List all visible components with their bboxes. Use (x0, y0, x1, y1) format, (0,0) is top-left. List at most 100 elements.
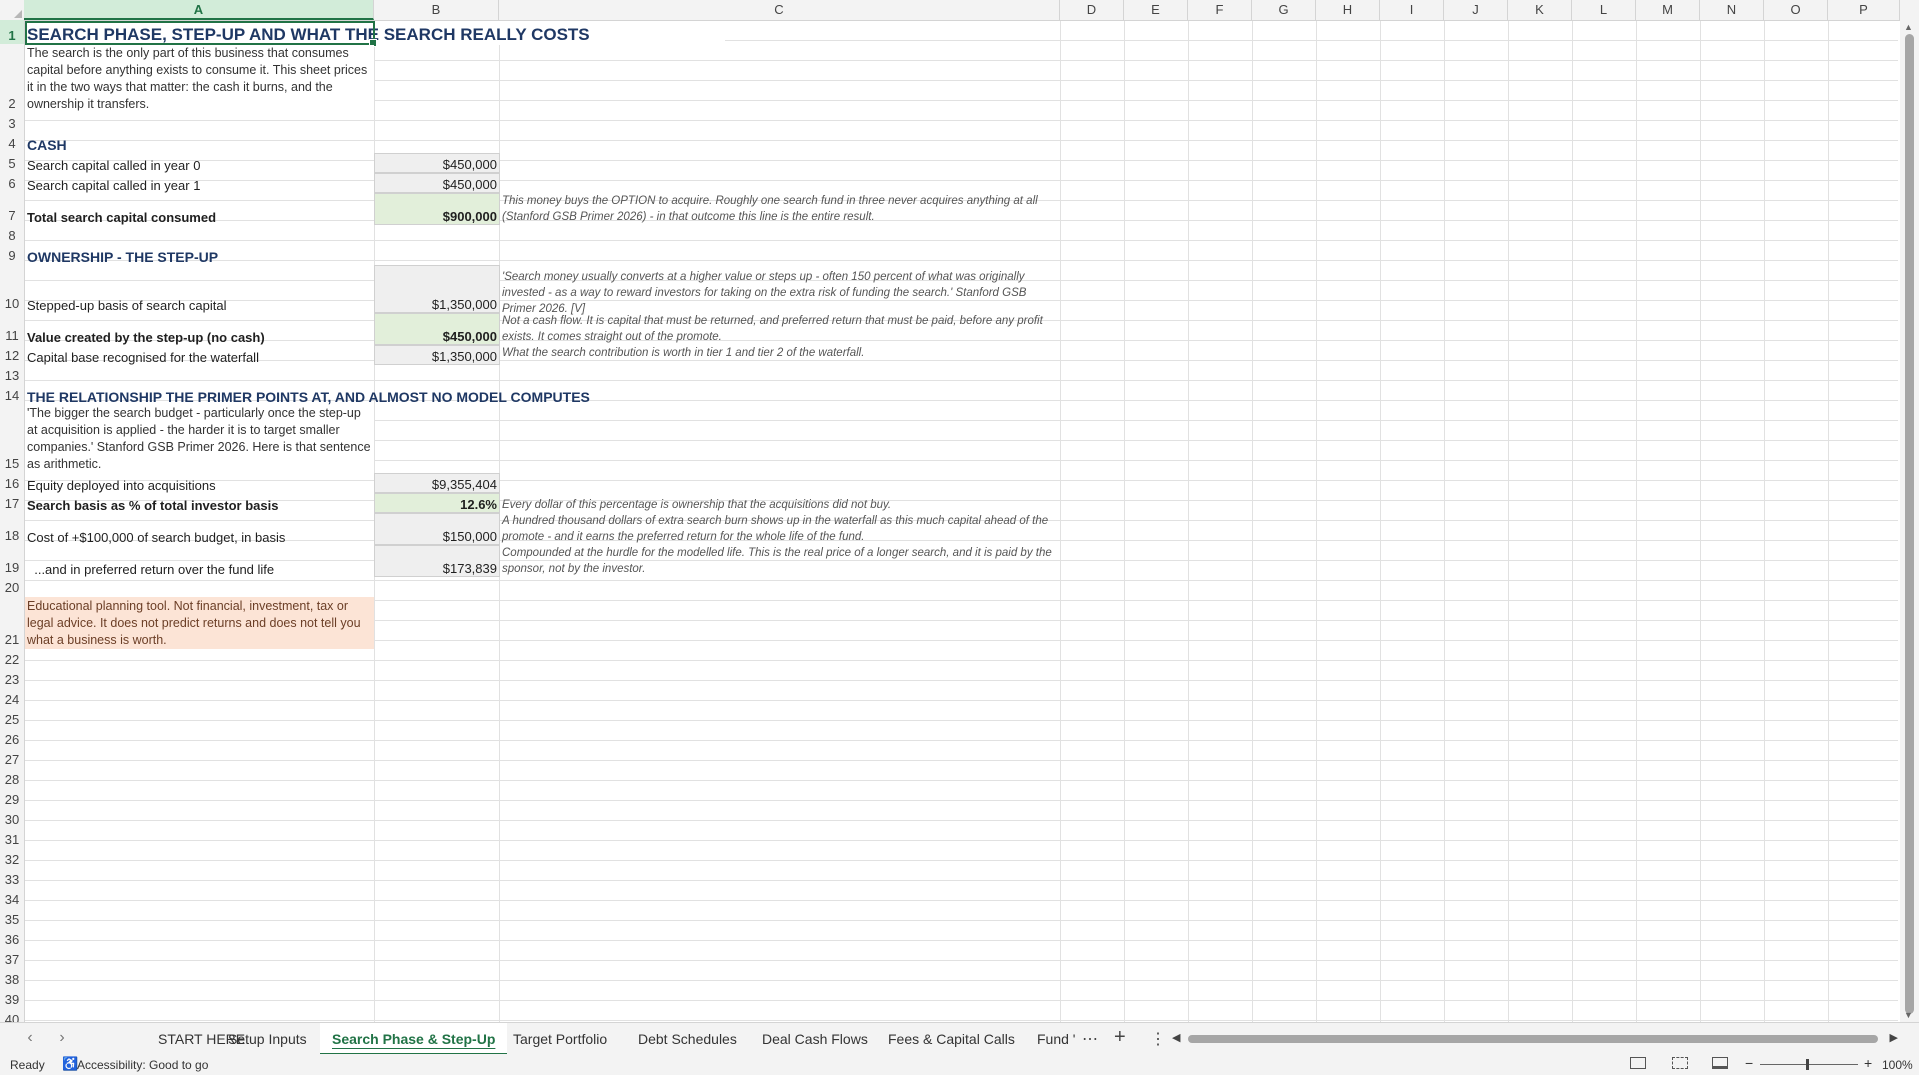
row-header[interactable]: 7 (0, 192, 24, 224)
vertical-scroll-thumb[interactable] (1905, 34, 1914, 1014)
tab-scroll-right-icon[interactable]: › (52, 1029, 72, 1047)
column-header-m[interactable]: M (1636, 0, 1700, 20)
select-all-corner[interactable] (0, 0, 25, 20)
row-label[interactable]: Equity deployed into acquisitions (25, 473, 374, 493)
column-header-j[interactable]: J (1444, 0, 1508, 20)
row-label[interactable]: Total search capital consumed (25, 193, 374, 225)
row-header[interactable]: 3 (0, 112, 24, 132)
zoom-slider-knob[interactable] (1806, 1059, 1809, 1070)
section-header-relationship[interactable]: THE RELATIONSHIP THE PRIMER POINTS AT, A… (25, 385, 925, 405)
row-header[interactable]: 33 (0, 868, 24, 888)
column-header-g[interactable]: G (1252, 0, 1316, 20)
input-cell[interactable]: $450,000 (374, 173, 500, 193)
vertical-scrollbar[interactable]: ▲ ▼ (1900, 20, 1919, 1022)
quote-text[interactable]: 'The bigger the search budget - particul… (25, 405, 374, 473)
column-header-p[interactable]: P (1828, 0, 1900, 20)
column-header-h[interactable]: H (1316, 0, 1380, 20)
column-header-b[interactable]: B (374, 0, 499, 20)
row-header[interactable]: 13 (0, 364, 24, 384)
row-header[interactable]: 29 (0, 788, 24, 808)
row-label[interactable]: Stepped-up basis of search capital (25, 265, 374, 313)
row-header[interactable]: 19 (0, 544, 24, 576)
zoom-slider[interactable] (1760, 1064, 1858, 1065)
row-header[interactable]: 40 (0, 1008, 24, 1022)
input-cell[interactable]: $1,350,000 (374, 265, 500, 313)
scroll-up-icon[interactable]: ▲ (1904, 22, 1913, 32)
row-label[interactable]: Search basis as % of total investor basi… (25, 493, 374, 513)
row-header[interactable]: 32 (0, 848, 24, 868)
row-header[interactable]: 37 (0, 948, 24, 968)
row-header[interactable]: 30 (0, 808, 24, 828)
tab-fees-capital-calls[interactable]: Fees & Capital Calls (876, 1023, 1027, 1055)
tab-search-phase-step-up[interactable]: Search Phase & Step-Up (320, 1023, 508, 1055)
note-cell[interactable]: This money buys the OPTION to acquire. R… (500, 193, 1060, 225)
row-header[interactable]: 24 (0, 688, 24, 708)
disclaimer-note[interactable]: Educational planning tool. Not financial… (25, 597, 374, 649)
zoom-out-icon[interactable]: − (1745, 1055, 1753, 1071)
input-cell[interactable]: $1,350,000 (374, 345, 500, 365)
row-header[interactable]: 17 (0, 492, 24, 512)
row-header[interactable]: 14 (0, 384, 24, 404)
intro-text[interactable]: The search is the only part of this busi… (25, 45, 374, 113)
result-cell[interactable]: $450,000 (374, 313, 500, 345)
row-label[interactable]: Capital base recognised for the waterfal… (25, 345, 374, 365)
row-header[interactable]: 20 (0, 576, 24, 596)
column-header-c[interactable]: C (499, 0, 1060, 20)
tab-setup-inputs[interactable]: Setup Inputs (216, 1023, 319, 1055)
note-cell[interactable]: Not a cash flow. It is capital that must… (500, 313, 1060, 345)
sheet-options-icon[interactable]: ⋮ (1150, 1029, 1166, 1049)
row-label[interactable]: Search capital called in year 1 (25, 173, 374, 193)
row-header[interactable]: 27 (0, 748, 24, 768)
row-header[interactable]: 10 (0, 264, 24, 312)
normal-view-icon[interactable] (1630, 1057, 1646, 1069)
scroll-right-icon[interactable]: ▶ (1890, 1031, 1898, 1044)
row-header[interactable]: 18 (0, 512, 24, 544)
row-header[interactable]: 11 (0, 312, 24, 344)
column-header-k[interactable]: K (1508, 0, 1572, 20)
row-header[interactable]: 15 (0, 404, 24, 472)
page-layout-view-icon[interactable] (1672, 1057, 1688, 1069)
result-cell[interactable]: 12.6% (374, 493, 500, 513)
row-header[interactable]: 28 (0, 768, 24, 788)
horizontal-scroll-thumb[interactable] (1188, 1035, 1878, 1043)
row-label[interactable]: Value created by the step-up (no cash) (25, 313, 374, 345)
tab-deal-cash-flows[interactable]: Deal Cash Flows (750, 1023, 880, 1055)
more-tabs-icon[interactable]: ⋯ (1082, 1029, 1098, 1049)
add-sheet-icon[interactable]: + (1114, 1026, 1126, 1049)
row-header[interactable]: 4 (0, 132, 24, 152)
section-header-cash[interactable]: CASH (25, 133, 374, 153)
tab-fund-truncated[interactable]: Fund ' (1025, 1023, 1087, 1055)
note-cell[interactable]: Compounded at the hurdle for the modelle… (500, 545, 1060, 577)
column-header-n[interactable]: N (1700, 0, 1764, 20)
tab-target-portfolio[interactable]: Target Portfolio (501, 1023, 619, 1055)
column-header-a[interactable]: A (24, 0, 374, 20)
zoom-in-icon[interactable]: + (1864, 1055, 1872, 1071)
accessibility-icon[interactable]: ♿ (62, 1056, 78, 1072)
row-header[interactable]: 25 (0, 708, 24, 728)
accessibility-status[interactable]: Accessibility: Good to go (77, 1058, 208, 1072)
input-cell[interactable]: $450,000 (374, 153, 500, 173)
row-header[interactable]: 38 (0, 968, 24, 988)
page-break-view-icon[interactable] (1712, 1057, 1728, 1069)
note-cell[interactable]: Every dollar of this percentage is owner… (500, 493, 1060, 513)
column-header-e[interactable]: E (1124, 0, 1188, 20)
row-header[interactable]: 26 (0, 728, 24, 748)
row-header[interactable]: 34 (0, 888, 24, 908)
input-cell[interactable]: $9,355,404 (374, 473, 500, 493)
note-cell[interactable]: 'Search money usually converts at a high… (500, 265, 1060, 315)
row-header[interactable]: 1 (0, 20, 24, 44)
row-header[interactable]: 5 (0, 152, 24, 172)
column-header-o[interactable]: O (1764, 0, 1828, 20)
result-cell[interactable]: $900,000 (374, 193, 500, 225)
row-header[interactable]: 36 (0, 928, 24, 948)
note-cell[interactable]: A hundred thousand dollars of extra sear… (500, 513, 1060, 545)
row-label[interactable]: ...and in preferred return over the fund… (25, 545, 374, 577)
column-header-f[interactable]: F (1188, 0, 1252, 20)
row-header[interactable]: 22 (0, 648, 24, 668)
tab-scroll-left-icon[interactable]: ‹ (20, 1029, 40, 1047)
row-label[interactable]: Search capital called in year 0 (25, 153, 374, 173)
row-header[interactable]: 9 (0, 244, 24, 264)
column-header-l[interactable]: L (1572, 0, 1636, 20)
row-header[interactable]: 2 (0, 44, 24, 112)
section-header-ownership[interactable]: OWNERSHIP - THE STEP-UP (25, 245, 374, 265)
